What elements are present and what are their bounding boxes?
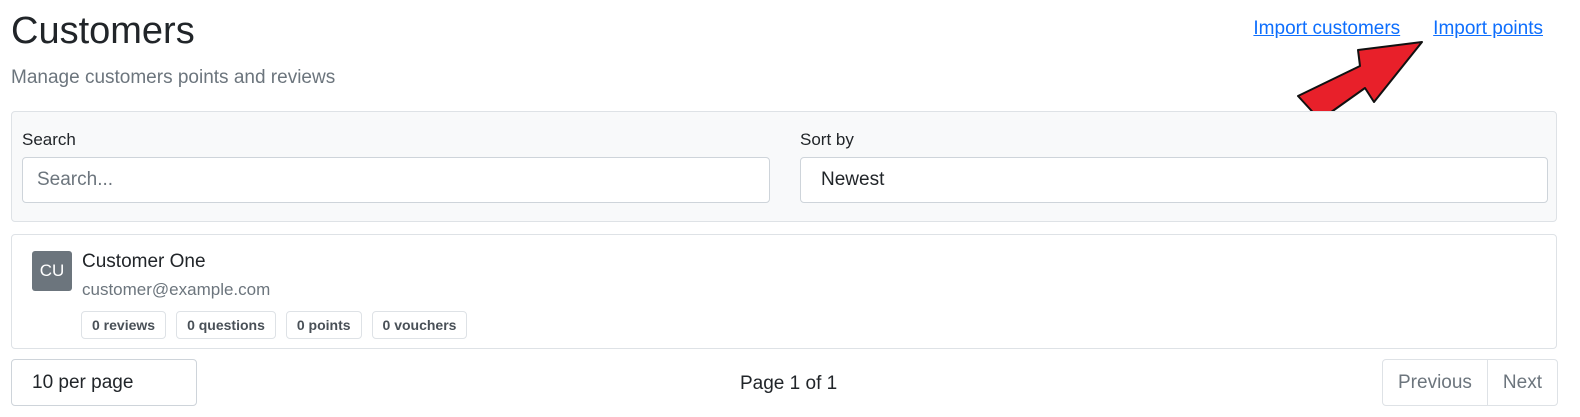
questions-badge: 0 questions	[176, 311, 276, 339]
per-page-select[interactable]: 10 per page	[11, 359, 197, 406]
points-badge: 0 points	[285, 311, 362, 339]
pagination-controls: Previous Next	[1382, 359, 1558, 406]
reviews-badge: 0 reviews	[81, 311, 167, 339]
avatar: CU	[32, 251, 72, 291]
search-label: Search	[22, 130, 76, 149]
page-info: Page 1 of 1	[740, 373, 838, 394]
filter-panel: Search Sort by Newest	[11, 111, 1557, 222]
sort-select-value: Newest	[821, 169, 885, 190]
search-input[interactable]	[22, 157, 770, 203]
customer-email: customer@example.com	[82, 280, 271, 299]
sort-label: Sort by	[800, 130, 854, 149]
customer-card[interactable]: CU Customer One customer@example.com 0 r…	[11, 234, 1557, 349]
customer-badges: 0 reviews 0 questions 0 points 0 voucher…	[81, 311, 468, 339]
import-points-link[interactable]: Import points	[1433, 17, 1543, 41]
next-button[interactable]: Next	[1486, 360, 1557, 405]
previous-button[interactable]: Previous	[1383, 360, 1487, 405]
page-title: Customers	[11, 10, 195, 52]
sort-select[interactable]: Newest	[800, 157, 1548, 203]
page-subtitle: Manage customers points and reviews	[11, 67, 336, 88]
customer-name[interactable]: Customer One	[82, 250, 206, 274]
vouchers-badge: 0 vouchers	[371, 311, 468, 339]
